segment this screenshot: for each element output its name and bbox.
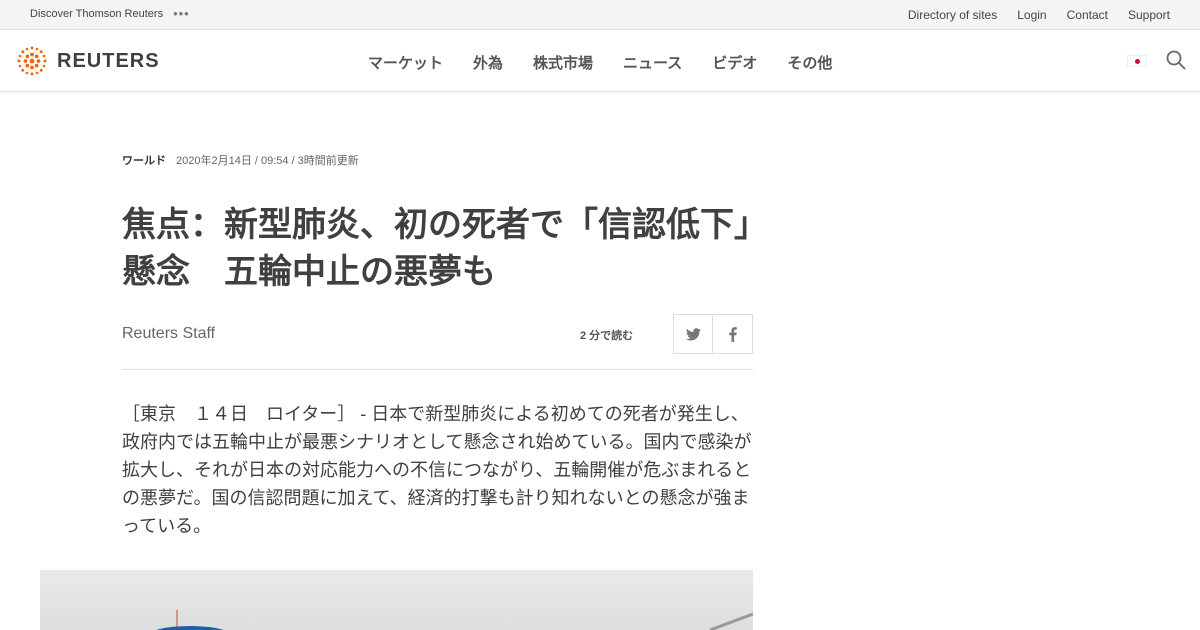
support-link[interactable]: Support: [1128, 8, 1170, 22]
japan-flag-icon[interactable]: [1127, 55, 1147, 67]
article-title: 焦点：新型肺炎、初の死者で「信認低下」懸念 五輪中止の悪夢も: [122, 206, 751, 291]
login-link[interactable]: Login: [1017, 8, 1046, 22]
facebook-share-button[interactable]: [713, 315, 752, 353]
discover-link[interactable]: Discover Thomson Reuters: [30, 8, 163, 20]
utility-left: Discover Thomson Reuters •••: [30, 7, 190, 20]
nav-item-more[interactable]: その他: [787, 52, 832, 73]
byline: Reuters Staff: [122, 325, 216, 342]
reuters-dot-logo-icon: [17, 46, 47, 76]
photo-content: [156, 610, 753, 630]
directory-link[interactable]: Directory of sites: [908, 8, 997, 22]
nav-item-stocks[interactable]: 株式市場: [533, 52, 593, 73]
utility-bar: Discover Thomson Reuters ••• Directory o…: [0, 0, 1200, 30]
nav-item-markets[interactable]: マーケット: [368, 52, 443, 73]
nav-item-news[interactable]: ニュース: [623, 52, 682, 73]
share-buttons: [673, 314, 753, 354]
timestamp: 2020年2月14日 / 09:54 / 3時間前更新: [176, 155, 359, 167]
nav-item-video[interactable]: ビデオ: [712, 52, 757, 73]
twitter-icon: [685, 327, 701, 340]
article-meta: ワールド 2020年2月14日 / 09:54 / 3時間前更新: [122, 152, 359, 168]
utility-links: Directory of sites Login Contact Support: [908, 8, 1170, 22]
logo-wordmark: REUTERS: [57, 49, 160, 72]
facebook-icon: [728, 326, 737, 342]
divider: [122, 369, 753, 370]
section-label[interactable]: ワールド: [122, 152, 166, 168]
contact-link[interactable]: Contact: [1067, 8, 1108, 22]
search-icon[interactable]: [1166, 50, 1186, 70]
read-time: 2 分で読む: [580, 330, 634, 342]
nav-item-forex[interactable]: 外為: [473, 52, 503, 73]
article-body: ［東京 １４日 ロイター］ - 日本で新型肺炎による初めての死者が発生し、政府内…: [122, 404, 752, 536]
main-nav: マーケット 外為 株式市場 ニュース ビデオ その他: [368, 52, 832, 73]
reuters-logo[interactable]: REUTERS: [15, 44, 160, 78]
article-photo[interactable]: [40, 570, 753, 630]
twitter-share-button[interactable]: [674, 315, 714, 353]
main-header: REUTERS マーケット 外為 株式市場 ニュース ビデオ その他: [0, 30, 1200, 92]
more-dots-icon[interactable]: •••: [173, 7, 190, 20]
